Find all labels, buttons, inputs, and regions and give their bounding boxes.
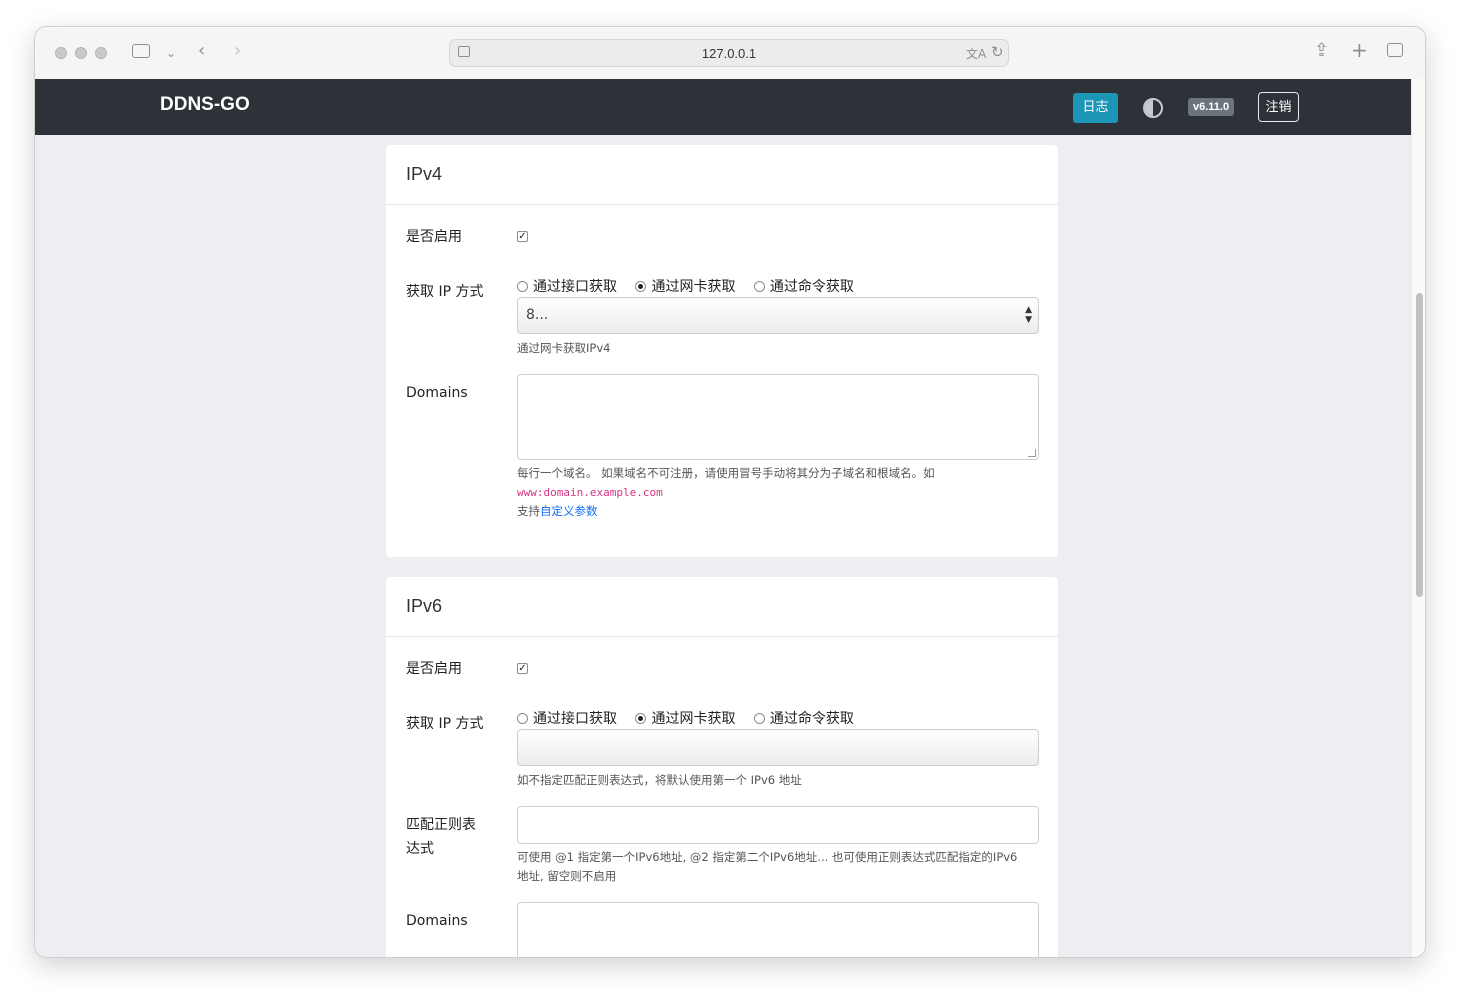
ipv6-interface-help: 如不指定匹配正则表达式，将默认使用第一个 IPv6 地址 xyxy=(517,773,802,787)
close-window-button[interactable] xyxy=(55,47,67,59)
browser-window: ⌄ ‹ › 127.0.0.1 文A ↻ ⇪ + DDNS-GO 日志 v6.1… xyxy=(34,26,1426,958)
page-scrollbar[interactable] xyxy=(1411,79,1425,957)
version-badge: v6.11.0 xyxy=(1188,98,1235,116)
ipv6-method-api[interactable]: 通过接口获取 xyxy=(517,708,617,728)
ipv6-regex-input[interactable] xyxy=(517,806,1039,844)
ipv6-enable-label: 是否启用 xyxy=(406,661,462,677)
ipv4-interface-value: 8... xyxy=(526,307,549,323)
ipv6-regex-help: 可使用 @1 指定第一个IPv6地址, @2 指定第二个IPv6地址... 也可… xyxy=(517,850,1018,883)
address-url: 127.0.0.1 xyxy=(701,46,757,61)
ipv4-domains-label: Domains xyxy=(406,385,468,401)
ipv6-method-label: 获取 IP 方式 xyxy=(406,716,484,732)
radio-checked-icon[interactable] xyxy=(635,713,647,724)
radio-icon[interactable] xyxy=(753,281,765,292)
radio-icon[interactable] xyxy=(517,713,528,724)
ipv6-domains-textarea[interactable] xyxy=(517,902,1039,957)
ipv4-domains-help-example: www:domain.example.com xyxy=(517,486,663,499)
ipv6-title: IPv6 xyxy=(406,596,443,616)
radio-icon[interactable] xyxy=(517,281,528,292)
ipv6-card-header: IPv6 xyxy=(386,577,1058,637)
scrollbar-thumb[interactable] xyxy=(1416,293,1423,597)
ipv4-interface-help: 通过网卡获取IPv4 xyxy=(517,341,611,355)
tab-overview-icon[interactable] xyxy=(1387,43,1403,57)
ipv4-card: IPv4 是否启用 ✓ 获取 IP 方式 通过接口获取 通过网卡获取 通过命令获… xyxy=(386,145,1058,557)
radio-icon[interactable] xyxy=(753,713,765,724)
reload-icon[interactable]: ↻ xyxy=(991,43,1004,61)
chevron-down-icon[interactable]: ⌄ xyxy=(166,44,176,62)
ipv4-domains-help-text: 每行一个域名。 如果域名不可注册，请使用冒号手动将其分为子域名和根域名。如 xyxy=(517,466,935,480)
ipv6-method-radios: 通过接口获取 通过网卡获取 通过命令获取 xyxy=(517,708,868,728)
resize-grip-icon[interactable] xyxy=(1028,449,1036,457)
translate-icon[interactable]: 文A xyxy=(966,45,986,62)
select-arrows-icon: ▲ ▼ xyxy=(1025,305,1032,325)
ipv6-enable-checkbox[interactable]: ✓ xyxy=(517,663,528,674)
sidebar-toggle-icon[interactable] xyxy=(132,44,150,58)
zoom-window-button[interactable] xyxy=(95,47,107,59)
ipv4-domains-help: 每行一个域名。 如果域名不可注册，请使用冒号手动将其分为子域名和根域名。如 ww… xyxy=(517,464,1037,521)
ipv4-domains-textarea[interactable] xyxy=(517,374,1039,460)
ipv4-method-label: 获取 IP 方式 xyxy=(406,284,484,300)
ipv4-domains-help-support: 支持自定义参数 xyxy=(517,504,598,518)
ipv4-method-cmd[interactable]: 通过命令获取 xyxy=(753,276,854,296)
custom-params-link[interactable]: 自定义参数 xyxy=(540,504,598,518)
ipv6-regex-label: 匹配正则表达式 xyxy=(406,817,476,857)
ipv4-enable-label: 是否启用 xyxy=(406,229,462,245)
browser-toolbar: ⌄ ‹ › 127.0.0.1 文A ↻ ⇪ + xyxy=(35,27,1425,80)
share-icon[interactable]: ⇪ xyxy=(1314,42,1329,60)
ipv6-method-cmd[interactable]: 通过命令获取 xyxy=(753,708,854,728)
ipv6-interface-select[interactable] xyxy=(517,729,1039,766)
minimize-window-button[interactable] xyxy=(75,47,87,59)
new-tab-icon[interactable]: + xyxy=(1351,40,1368,60)
ipv6-card: IPv6 是否启用 ✓ 获取 IP 方式 通过接口获取 通过网卡获取 通过命令获… xyxy=(386,577,1058,957)
ipv4-method-radios: 通过接口获取 通过网卡获取 通过命令获取 xyxy=(517,276,868,296)
ipv4-method-api[interactable]: 通过接口获取 xyxy=(517,276,617,296)
address-bar[interactable]: 127.0.0.1 文A ↻ xyxy=(449,39,1009,67)
ipv6-method-nic[interactable]: 通过网卡获取 xyxy=(635,708,735,728)
log-button[interactable]: 日志 xyxy=(1073,93,1118,123)
ipv6-domains-label: Domains xyxy=(406,913,468,929)
ipv4-card-header: IPv4 xyxy=(386,145,1058,205)
ipv4-title: IPv4 xyxy=(406,164,443,184)
logout-button[interactable]: 注销 xyxy=(1258,92,1299,122)
back-icon[interactable]: ‹ xyxy=(198,42,205,60)
radio-checked-icon[interactable] xyxy=(635,281,647,292)
forward-icon[interactable]: › xyxy=(234,42,241,60)
app-brand[interactable]: DDNS-GO xyxy=(160,94,250,116)
ipv4-interface-select[interactable]: 8... ▲ ▼ xyxy=(517,297,1039,334)
app-navbar: DDNS-GO 日志 v6.11.0 注销 xyxy=(35,79,1411,135)
theme-toggle-icon[interactable] xyxy=(1143,98,1163,118)
ipv4-method-nic[interactable]: 通过网卡获取 xyxy=(635,276,735,296)
ipv4-enable-checkbox[interactable]: ✓ xyxy=(517,231,528,242)
